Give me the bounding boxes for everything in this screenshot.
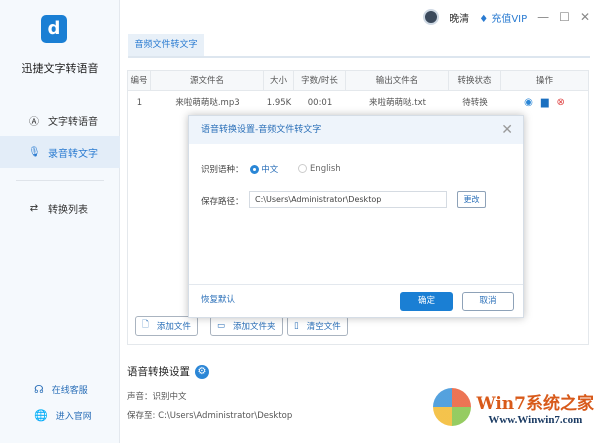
official-site-label: 进入官网: [55, 412, 92, 422]
sidebar-item-label: 文字转语音: [48, 116, 98, 128]
tab-underline: [128, 56, 590, 58]
settings-title: 语音转换设置 ⚙: [127, 364, 209, 379]
avatar[interactable]: [423, 9, 440, 25]
delete-icon[interactable]: ⊗: [557, 92, 565, 114]
gear-icon[interactable]: ⚙: [195, 364, 209, 379]
col-index: 编号: [128, 71, 151, 90]
dialog-divider: [189, 284, 523, 285]
sidebar-item-label: 录音转文字: [48, 148, 98, 160]
col-size: 大小: [264, 71, 294, 90]
radio-unchecked-icon: [298, 164, 308, 173]
maximize-icon[interactable]: ☐: [559, 10, 570, 24]
radio-english-label: English: [309, 164, 341, 174]
cell-actions: ◉ ▆ ⊗: [501, 92, 588, 114]
minimize-icon[interactable]: —: [537, 10, 549, 24]
reset-default-link[interactable]: 恢复默认: [201, 293, 235, 305]
settings-dialog: 语音转换设置-音频文件转文字 ✕ 识别语种： 中文 English 保存路径： …: [188, 115, 524, 318]
save-path-input[interactable]: C:\Users\Administrator\Desktop: [249, 191, 447, 208]
save-path-info: 保存至: C:\Users\Administrator\Desktop: [127, 411, 293, 421]
ok-button[interactable]: 确定: [400, 292, 453, 311]
col-status: 转换状态: [449, 71, 501, 90]
vip-label: 充值VIP: [491, 13, 528, 25]
add-file-button[interactable]: 🗋 添加文件: [135, 316, 198, 336]
col-source: 源文件名: [151, 71, 264, 90]
sidebar-item-convert-list[interactable]: ⇄ 转换列表: [0, 192, 120, 224]
cell-status: 待转换: [462, 98, 488, 108]
list-convert-icon: ⇄: [29, 202, 39, 214]
top-bar: 晚清 ♦ 充值VIP — ☐ ✕: [423, 9, 590, 25]
cell-output: 来啦萌萌哒.txt: [369, 98, 426, 108]
sidebar-item-text-to-speech[interactable]: Ⓐ 文字转语音: [0, 104, 120, 136]
trash-icon: ▯: [294, 321, 299, 331]
add-file-label: 添加文件: [156, 322, 191, 332]
official-site-link[interactable]: 🌐 进入官网: [34, 409, 92, 422]
diamond-icon: ♦: [479, 13, 489, 25]
cell-size: 1.95K: [266, 98, 292, 108]
sidebar: d 迅捷文字转语音 Ⓐ 文字转语音 🎙 录音转文字 ⇄ 转换列表 ☊ 在线客服 🌐 进入官…: [0, 0, 120, 443]
sidebar-item-label: 转换列表: [48, 204, 88, 216]
headset-icon: ☊: [34, 383, 44, 396]
change-path-button[interactable]: 更改: [457, 191, 486, 208]
dialog-close-icon[interactable]: ✕: [501, 116, 513, 144]
cell-duration: 00:01: [307, 98, 333, 108]
folder-icon[interactable]: ▆: [541, 92, 549, 114]
cell-source: 来啦萌萌哒.mp3: [175, 98, 240, 108]
radio-checked-icon: [249, 165, 259, 174]
watermark-url: Www.Winwin7.com: [488, 413, 583, 426]
radio-chinese-label: 中文: [261, 165, 279, 175]
recharge-vip-button[interactable]: ♦ 充值VIP: [479, 10, 527, 25]
voice-info: 声音：识别中文: [127, 392, 187, 402]
dialog-title: 语音转换设置-音频文件转文字: [189, 116, 523, 144]
sidebar-item-speech-to-text[interactable]: 🎙 录音转文字: [0, 136, 120, 168]
watermark: Win7系统之家 Www.Winwin7.com: [432, 388, 594, 426]
globe-icon: 🌐: [34, 409, 48, 422]
table-row[interactable]: 1 来啦萌萌哒.mp3 1.95K 00:01 来啦萌萌哒.txt 待转换 ◉ …: [128, 92, 588, 114]
add-folder-label: 添加文件夹: [233, 322, 276, 332]
app-logo: d: [41, 15, 67, 43]
cancel-button[interactable]: 取消: [462, 292, 514, 311]
col-actions: 操作: [535, 76, 553, 86]
language-row: 识别语种： 中文 English: [201, 163, 341, 175]
divider: [16, 180, 104, 181]
clear-files-button[interactable]: ▯ 清空文件: [287, 316, 348, 336]
online-support-label: 在线客服: [51, 386, 88, 396]
settings-title-text: 语音转换设置: [127, 366, 190, 378]
col-duration: 字数/时长: [294, 71, 346, 90]
table-header: 编号 源文件名 大小 字数/时长 输出文件名 转换状态 操作: [128, 71, 588, 91]
folder-outline-icon: ▭: [217, 321, 226, 331]
col-output: 输出文件名: [346, 71, 449, 90]
username[interactable]: 晚清: [449, 10, 469, 25]
windows-logo-icon: [432, 388, 471, 426]
add-folder-button[interactable]: ▭ 添加文件夹: [210, 316, 283, 336]
file-plus-icon: 🗋: [142, 320, 149, 330]
radio-english[interactable]: English: [298, 164, 341, 174]
online-support-link[interactable]: ☊ 在线客服: [34, 383, 88, 396]
eye-icon[interactable]: ◉: [524, 92, 533, 114]
clear-files-label: 清空文件: [306, 322, 341, 332]
tab-audio-to-text[interactable]: 音频文件转文字: [128, 34, 204, 56]
radio-chinese[interactable]: 中文: [249, 163, 279, 175]
app-name: 迅捷文字转语音: [21, 62, 99, 75]
close-icon[interactable]: ✕: [580, 10, 590, 24]
watermark-title: Win7系统之家: [476, 393, 594, 414]
text-a-icon: Ⓐ: [29, 116, 39, 128]
path-label: 保存路径：: [201, 197, 244, 207]
language-label: 识别语种：: [201, 165, 244, 175]
microphone-icon: 🎙: [28, 146, 41, 158]
cell-index: 1: [136, 98, 143, 108]
